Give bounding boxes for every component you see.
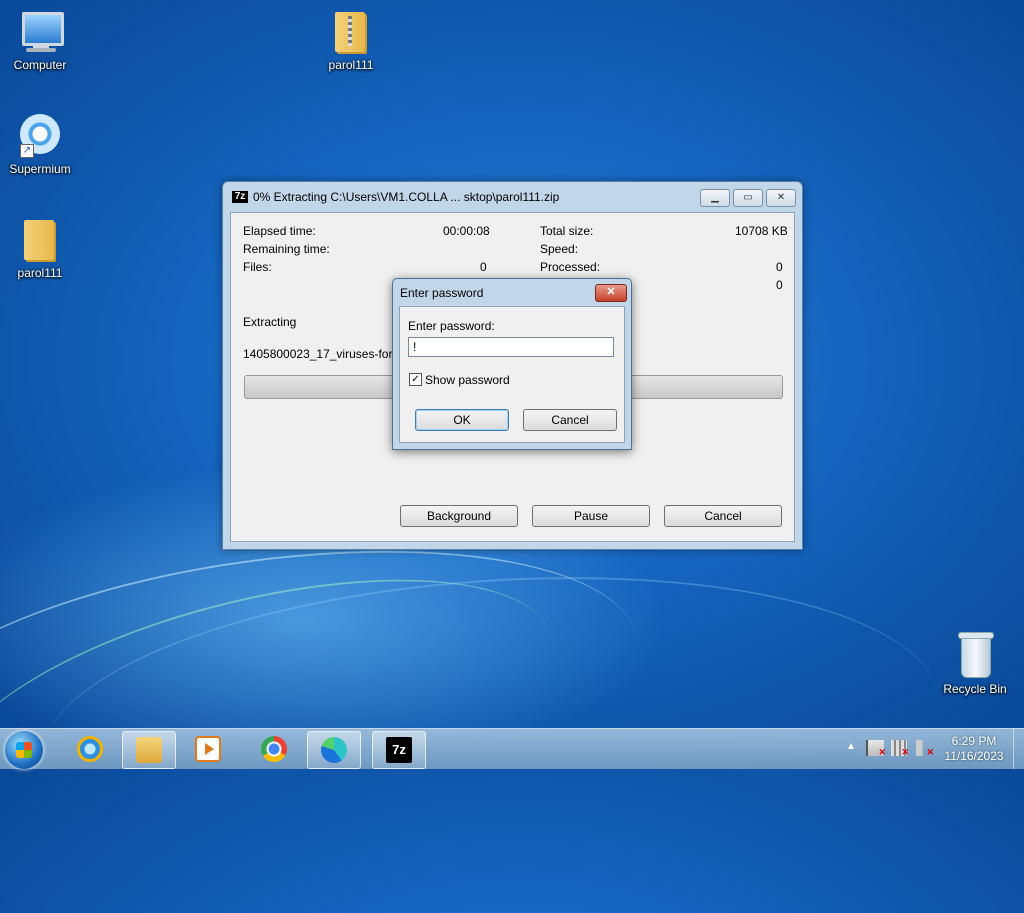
close-button[interactable]: ✕ <box>766 189 796 207</box>
compressed-value: 0 <box>776 278 783 292</box>
chrome-icon <box>261 736 287 762</box>
background-button[interactable]: Background <box>400 505 518 527</box>
file-explorer-icon <box>136 737 162 763</box>
elapsed-time-value: 00:00:08 <box>443 224 490 238</box>
desktop-icon-label: parol111 <box>328 58 374 72</box>
pause-button[interactable]: Pause <box>532 505 650 527</box>
desktop-icon-supermium[interactable]: ↗ Supermium <box>0 112 80 176</box>
status-text: Extracting <box>243 315 297 329</box>
taskbar: 7z ▲ 6:29 PM 11/16/2023 <box>0 728 1024 769</box>
ok-button[interactable]: OK <box>415 409 509 431</box>
clock-date: 11/16/2023 <box>944 749 1004 763</box>
remaining-time-label: Remaining time: <box>243 242 330 256</box>
supermium-icon: ↗ <box>16 112 64 160</box>
desktop-icon-label: Recycle Bin <box>943 682 1007 696</box>
dialog-close-button[interactable]: ✕ <box>595 284 627 302</box>
files-value: 0 <box>480 260 487 274</box>
show-desktop-button[interactable] <box>1013 729 1024 769</box>
7zip-icon: 7z <box>232 191 248 203</box>
taskbar-chrome[interactable] <box>248 731 300 767</box>
action-center-flag-icon[interactable] <box>866 740 886 758</box>
password-dialog: Enter password ✕ Enter password: ✓ Show … <box>392 278 632 450</box>
desktop-icon-parol111-zip[interactable]: parol111 <box>311 8 391 72</box>
total-size-label: Total size: <box>540 224 594 238</box>
system-clock[interactable]: 6:29 PM 11/16/2023 <box>936 734 1012 764</box>
cancel-extraction-button[interactable]: Cancel <box>664 505 782 527</box>
clock-time: 6:29 PM <box>951 734 997 748</box>
processed-label: Processed: <box>540 260 601 274</box>
windows-logo-icon <box>16 742 32 758</box>
folder-icon <box>16 216 64 264</box>
desktop-icon-parol111-folder[interactable]: parol111 <box>0 216 80 280</box>
total-size-value: 10708 KB <box>735 224 788 238</box>
taskbar-media-player[interactable] <box>182 731 234 767</box>
show-password-label: Show password <box>425 373 510 387</box>
recycle-bin-icon <box>951 632 999 680</box>
dialog-title: Enter password <box>400 286 484 300</box>
dialog-client-area: Enter password: ✓ Show password OK Cance… <box>399 306 625 443</box>
desktop-icon-label: Supermium <box>9 162 71 176</box>
password-label: Enter password: <box>408 319 495 333</box>
minimize-button[interactable]: ▁ <box>700 189 730 207</box>
dialog-cancel-button[interactable]: Cancel <box>523 409 617 431</box>
taskbar-edge[interactable] <box>307 731 361 769</box>
files-label: Files: <box>243 260 272 274</box>
window-titlebar[interactable]: 7z 0% Extracting C:\Users\VM1.COLLA ... … <box>223 182 802 212</box>
elapsed-time-label: Elapsed time: <box>243 224 316 238</box>
show-hidden-icons-arrow[interactable]: ▲ <box>846 741 856 752</box>
zip-folder-icon <box>327 8 375 56</box>
maximize-button[interactable]: ▭ <box>733 189 763 207</box>
taskbar-file-explorer[interactable] <box>122 731 176 769</box>
desktop-icon-label: parol111 <box>17 266 63 280</box>
password-input[interactable] <box>408 337 614 357</box>
network-icon[interactable] <box>891 740 909 758</box>
taskbar-internet-explorer[interactable] <box>64 731 116 767</box>
processed-value: 0 <box>776 260 783 274</box>
desktop-icon-recycle-bin[interactable]: Recycle Bin <box>935 632 1015 696</box>
taskbar-7zip[interactable]: 7z <box>372 731 426 769</box>
media-player-icon <box>195 736 221 762</box>
edge-icon <box>321 737 347 763</box>
window-title: 0% Extracting C:\Users\VM1.COLLA ... skt… <box>253 190 560 204</box>
volume-muted-icon[interactable] <box>916 740 934 758</box>
internet-explorer-icon <box>77 736 103 762</box>
7zip-icon: 7z <box>386 737 412 763</box>
shortcut-arrow-icon: ↗ <box>20 144 34 158</box>
current-file-name: 1405800023_17_viruses-for-ant <box>243 347 414 361</box>
speed-label: Speed: <box>540 242 579 256</box>
desktop-icon-computer[interactable]: Computer <box>0 8 80 72</box>
computer-icon <box>16 8 64 56</box>
desktop-icon-label: Computer <box>13 58 67 72</box>
show-password-checkbox[interactable]: ✓ <box>409 373 422 386</box>
start-button[interactable] <box>5 731 43 769</box>
